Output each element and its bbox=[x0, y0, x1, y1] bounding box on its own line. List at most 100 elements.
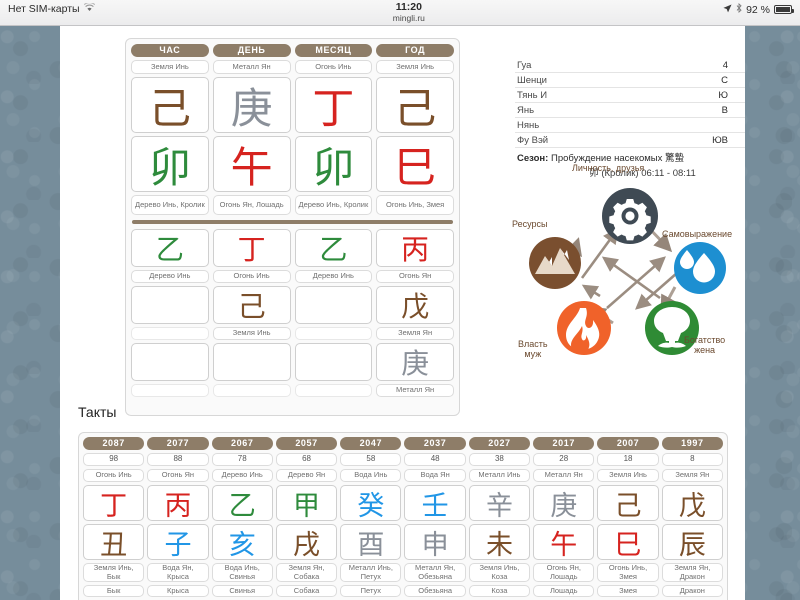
takty-animal-label: Собака bbox=[275, 585, 338, 597]
hidden1-cell-hour[interactable]: 乙 bbox=[131, 229, 209, 267]
hidden-stems-row-3: 庚 bbox=[131, 343, 454, 381]
takty-year-pill[interactable]: 2047 bbox=[340, 437, 402, 450]
pillar-header-day[interactable]: ДЕНЬ bbox=[212, 44, 291, 57]
stem-element-day: Металл Ян bbox=[212, 60, 291, 74]
takty-stem-element-label: Вода Инь bbox=[340, 469, 402, 482]
stem-cell-day[interactable]: 庚 bbox=[212, 77, 291, 133]
takty-branch-cell[interactable]: 未 bbox=[468, 524, 531, 561]
info-row-gua: Гуа 4 bbox=[515, 58, 745, 73]
takty-stem-cell[interactable]: 庚 bbox=[533, 485, 595, 522]
takty-branch-cell[interactable]: 丑 bbox=[83, 524, 145, 561]
takty-branch-cell[interactable]: 巳 bbox=[597, 524, 659, 561]
takty-branch-cell[interactable]: 亥 bbox=[211, 524, 273, 561]
pillar-header-month[interactable]: МЕСЯЦ bbox=[294, 44, 373, 57]
takty-stem-element-label: Земля Инь bbox=[597, 469, 659, 482]
takty-stem-cell[interactable]: 壬 bbox=[404, 485, 466, 522]
takty-age-label: 18 bbox=[597, 453, 659, 466]
takty-year-pill[interactable]: 2017 bbox=[533, 437, 595, 450]
bazi-chart-panel: ЧАС ДЕНЬ МЕСЯЦ ГОД Земля Инь Металл Ян О… bbox=[125, 38, 460, 416]
water-icon[interactable] bbox=[674, 242, 726, 294]
takty-stem-cell[interactable]: 甲 bbox=[275, 485, 338, 522]
hidden1-label-hour: Дерево Инь bbox=[131, 270, 209, 283]
takty-animals-row: Бык Крыса Свинья Собака Петух Обезьяна Коза Лош… bbox=[83, 585, 723, 597]
takty-branch-labels-row: Земля Инь, Бык Вода Ян, Крыса Вода Инь, Свинь… bbox=[83, 563, 723, 582]
takty-animal-label: Дракон bbox=[661, 585, 723, 597]
takty-animal-label: Обезьяна bbox=[404, 585, 466, 597]
takty-stem-cell[interactable]: 丙 bbox=[147, 485, 209, 522]
carrier-label: Нет SIM-карты bbox=[8, 3, 80, 15]
hidden3-cell-month[interactable] bbox=[294, 343, 373, 381]
hidden3-label-month bbox=[294, 384, 373, 397]
hidden1-label-day: Огонь Инь bbox=[212, 270, 291, 283]
info-key-nyan: Нянь bbox=[517, 119, 540, 131]
season-row: Сезон: Пробуждение насекомых 驚蟄 bbox=[515, 148, 745, 164]
hidden2-cell-day[interactable]: 己 bbox=[212, 286, 291, 324]
takty-year-pill[interactable]: 2037 bbox=[404, 437, 466, 450]
hidden1-cell-year[interactable]: 丙 bbox=[376, 229, 454, 267]
hidden2-label-year: Земля Ян bbox=[376, 327, 454, 340]
pillar-header-hour[interactable]: ЧАС bbox=[131, 44, 209, 57]
takty-branch-cell[interactable]: 午 bbox=[533, 524, 595, 561]
takty-ages-row: 98 88 78 68 58 48 38 28 18 8 bbox=[83, 453, 723, 466]
takty-animal-label: Лошадь bbox=[533, 585, 595, 597]
hidden3-cell-hour[interactable] bbox=[131, 343, 209, 381]
takty-branch-label: Металл Ян, Обезьяна bbox=[404, 563, 466, 582]
pillar-headers-row: ЧАС ДЕНЬ МЕСЯЦ ГОД bbox=[131, 44, 454, 57]
gear-icon[interactable] bbox=[602, 188, 658, 244]
takty-stem-cell[interactable]: 乙 bbox=[211, 485, 273, 522]
info-row-yan: Янь В bbox=[515, 103, 745, 118]
branch-cell-hour[interactable]: 卯 bbox=[131, 136, 209, 192]
takty-stem-cell[interactable]: 丁 bbox=[83, 485, 145, 522]
pillar-header-year[interactable]: ГОД bbox=[376, 44, 454, 57]
hidden2-cell-year[interactable]: 戊 bbox=[376, 286, 454, 324]
web-page-content: ЧАС ДЕНЬ МЕСЯЦ ГОД Земля Инь Металл Ян О… bbox=[60, 26, 745, 600]
takty-year-pill[interactable]: 2007 bbox=[597, 437, 659, 450]
takty-year-pill[interactable]: 2067 bbox=[211, 437, 273, 450]
takty-age-label: 68 bbox=[275, 453, 338, 466]
takty-age-label: 98 bbox=[83, 453, 145, 466]
takty-stem-element-label: Металл Ян bbox=[533, 469, 595, 482]
status-right: 92 % bbox=[723, 1, 794, 16]
mountain-icon[interactable] bbox=[529, 237, 581, 289]
hidden1-cell-day[interactable]: 丁 bbox=[212, 229, 291, 267]
takty-stem-element-label: Дерево Инь bbox=[211, 469, 273, 482]
takty-branch-cell[interactable]: 戌 bbox=[275, 524, 338, 561]
branch-cell-day[interactable]: 午 bbox=[212, 136, 291, 192]
hidden-stems-row-2: 己 戊 bbox=[131, 286, 454, 324]
hidden3-cell-year[interactable]: 庚 bbox=[376, 343, 454, 381]
takty-branch-label: Огонь Инь, Змея bbox=[597, 563, 659, 582]
branch-cell-month[interactable]: 卯 bbox=[294, 136, 373, 192]
branch-label-day: Огонь Ян, Лошадь bbox=[212, 195, 291, 215]
stem-cell-hour[interactable]: 己 bbox=[131, 77, 209, 133]
branch-cell-year[interactable]: 巳 bbox=[376, 136, 454, 192]
hidden1-cell-month[interactable]: 乙 bbox=[294, 229, 373, 267]
takty-branch-cell[interactable]: 辰 bbox=[661, 524, 723, 561]
takty-year-pill[interactable]: 2077 bbox=[147, 437, 209, 450]
fire-icon[interactable] bbox=[557, 301, 611, 355]
takty-year-pill[interactable]: 1997 bbox=[661, 437, 723, 450]
info-value-shengqi: С bbox=[721, 74, 728, 86]
takty-stem-cell[interactable]: 辛 bbox=[468, 485, 531, 522]
takty-animal-label: Петух bbox=[340, 585, 402, 597]
stem-cell-year[interactable]: 己 bbox=[376, 77, 454, 133]
takty-branch-cell[interactable]: 申 bbox=[404, 524, 466, 561]
takty-year-pill[interactable]: 2087 bbox=[83, 437, 145, 450]
takty-branch-cell[interactable]: 子 bbox=[147, 524, 209, 561]
hidden2-cell-month[interactable] bbox=[294, 286, 373, 324]
takty-branch-label: Огонь Ян, Лошадь bbox=[533, 563, 595, 582]
takty-branch-cell[interactable]: 酉 bbox=[340, 524, 402, 561]
takty-branch-label: Земля Инь, Бык bbox=[83, 563, 145, 582]
takty-stem-cell[interactable]: 己 bbox=[597, 485, 659, 522]
hidden2-cell-hour[interactable] bbox=[131, 286, 209, 324]
takty-stem-cell[interactable]: 癸 bbox=[340, 485, 402, 522]
heavenly-stems-row: 己 庚 丁 己 bbox=[131, 77, 454, 133]
takty-year-pill[interactable]: 2027 bbox=[468, 437, 531, 450]
hidden3-cell-day[interactable] bbox=[212, 343, 291, 381]
stem-cell-month[interactable]: 丁 bbox=[294, 77, 373, 133]
takty-stem-cell[interactable]: 戊 bbox=[661, 485, 723, 522]
takty-branch-label: Вода Ян, Крыса bbox=[147, 563, 209, 582]
wuxing-label-resources: Ресурсы bbox=[512, 219, 548, 229]
section-divider bbox=[132, 220, 453, 224]
takty-year-pill[interactable]: 2057 bbox=[275, 437, 338, 450]
takty-age-label: 88 bbox=[147, 453, 209, 466]
